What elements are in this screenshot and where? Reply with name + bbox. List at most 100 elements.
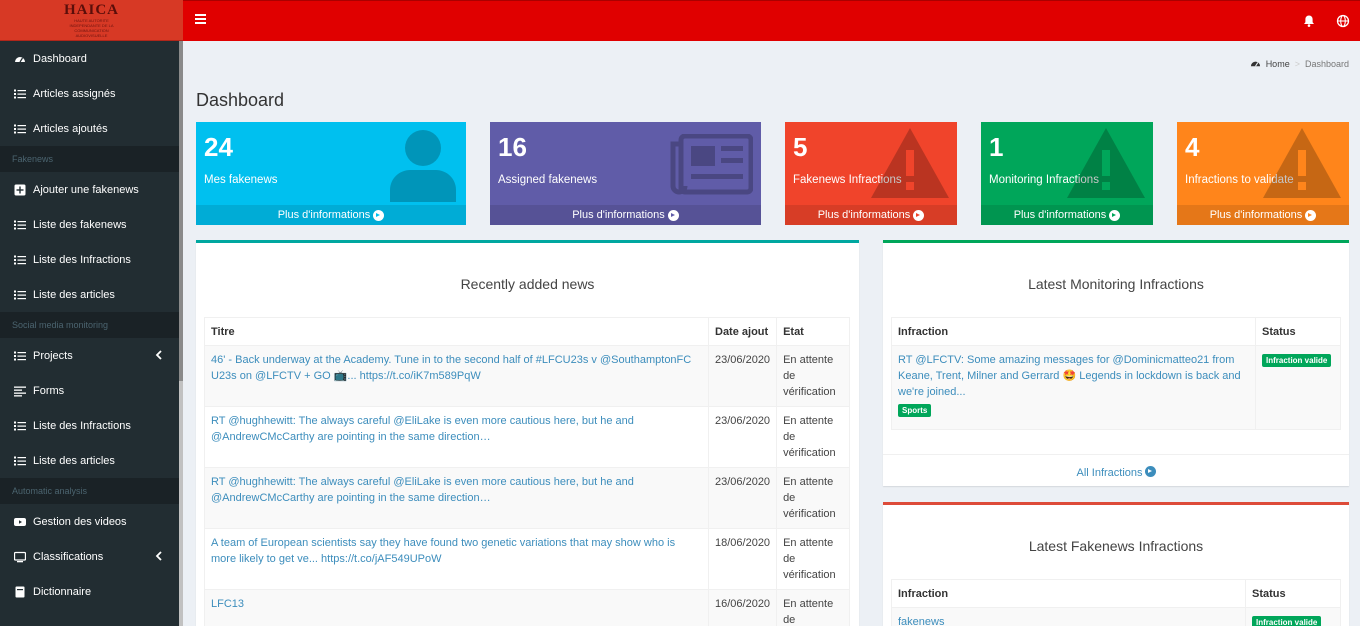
sidebar-item-label: Liste des Infractions xyxy=(33,419,131,432)
sidebar-item-liste-articles[interactable]: Liste des articles xyxy=(0,277,179,312)
menu-toggle-icon[interactable] xyxy=(195,14,206,26)
table-header-row: Infraction Status xyxy=(891,579,1341,608)
sidebar-item-label: Liste des fakenews xyxy=(33,218,127,231)
arrow-circle-right-icon xyxy=(667,209,679,221)
column-header-titre[interactable]: Titre xyxy=(204,317,709,346)
news-title-link[interactable]: RT @hughhewitt: The always careful @EliL… xyxy=(211,415,634,443)
newspaper-icon xyxy=(670,134,753,195)
list-icon xyxy=(14,89,26,98)
all-infractions-link[interactable]: All Infractions xyxy=(883,466,1349,479)
table-row: A team of European scientists say they h… xyxy=(204,528,850,590)
recent-news-table: Titre Date ajout Etat 46' - Back underwa… xyxy=(204,317,850,626)
sidebar-item-label: Liste des articles xyxy=(33,454,115,467)
category-badge: Sports xyxy=(898,404,932,417)
news-title-link[interactable]: RT @hughhewitt: The always careful @EliL… xyxy=(211,476,634,504)
panel-title: Latest Fakenews Infractions xyxy=(1028,538,1204,554)
status-cell: Infraction valide xyxy=(1255,345,1341,430)
sidebar-item-articles-assignes[interactable]: Articles assignés xyxy=(0,76,179,111)
arrow-circle-right-icon xyxy=(373,209,385,221)
column-header-status[interactable]: Status xyxy=(1245,579,1341,608)
dashboard-icon xyxy=(15,56,25,62)
warning-icon xyxy=(1067,128,1145,198)
plus-square-icon xyxy=(14,184,26,195)
more-info-link[interactable]: Plus d'informations xyxy=(981,205,1153,225)
sidebar: Dashboard Articles assignés Articles ajo… xyxy=(0,41,179,626)
news-title-cell: RT @hughhewitt: The always careful @EliL… xyxy=(204,406,709,468)
breadcrumb-home[interactable]: Home xyxy=(1266,59,1290,69)
breadcrumb-separator: > xyxy=(1294,58,1300,69)
sidebar-item-social-articles[interactable]: Liste des articles xyxy=(0,443,179,478)
sidebar-scrollbar[interactable] xyxy=(179,41,183,626)
sidebar-item-label: Classifications xyxy=(33,550,104,563)
breadcrumb: Home > Dashboard xyxy=(1250,58,1349,69)
sidebar-item-label: Dictionnaire xyxy=(33,585,92,598)
more-info-label: Plus d'informations xyxy=(1013,209,1107,221)
sidebar-item-projects[interactable]: Projects xyxy=(0,338,179,373)
stat-label: Mes fakenews xyxy=(204,174,278,186)
monitoring-infractions-panel: Latest Monitoring Infractions Infraction… xyxy=(883,240,1349,486)
sidebar-item-dictionnaire[interactable]: Dictionnaire xyxy=(0,574,179,609)
stat-box-mes-fakenews: 24 Mes fakenews Plus d'informations xyxy=(196,122,466,225)
column-header-date[interactable]: Date ajout xyxy=(707,317,778,346)
sidebar-item-label: Ajouter une fakenews xyxy=(33,183,139,196)
news-title-link[interactable]: A team of European scientists say they h… xyxy=(211,537,675,565)
globe-icon[interactable] xyxy=(1336,14,1350,28)
list-icon xyxy=(14,255,26,264)
news-title-cell: 46' - Back underway at the Academy. Tune… xyxy=(204,345,709,407)
table-row: 46' - Back underway at the Academy. Tune… xyxy=(204,345,850,407)
user-icon xyxy=(390,130,456,202)
table-row: RT @hughhewitt: The always careful @EliL… xyxy=(204,406,850,468)
sidebar-header-social: Social media monitoring xyxy=(0,312,179,338)
list-icon xyxy=(14,220,26,229)
sidebar-item-social-infractions[interactable]: Liste des Infractions xyxy=(0,408,179,443)
sidebar-item-label: Articles ajoutés xyxy=(33,122,108,135)
news-title-cell: A team of European scientists say they h… xyxy=(204,528,709,590)
scrollbar-thumb[interactable] xyxy=(179,41,183,381)
more-info-label: Plus d'informations xyxy=(277,209,371,221)
sidebar-item-dashboard[interactable]: Dashboard xyxy=(0,41,179,76)
arrow-circle-right-icon xyxy=(1305,209,1317,221)
more-info-link[interactable]: Plus d'informations xyxy=(490,205,761,225)
sidebar-item-forms[interactable]: Forms xyxy=(0,373,179,408)
column-header-infraction[interactable]: Infraction xyxy=(891,579,1246,608)
infraction-link[interactable]: fakenews xyxy=(898,616,944,626)
all-infractions-label: All Infractions xyxy=(1076,467,1143,479)
more-info-link[interactable]: Plus d'informations xyxy=(1177,205,1349,225)
stat-value: 1 xyxy=(989,132,1004,162)
more-info-link[interactable]: Plus d'informations xyxy=(785,205,957,225)
bell-icon[interactable] xyxy=(1302,14,1316,28)
list-icon xyxy=(14,290,26,299)
sidebar-item-liste-infractions[interactable]: Liste des Infractions xyxy=(0,242,179,277)
news-title-link[interactable]: LFC13 xyxy=(211,598,244,610)
table-header-row: Titre Date ajout Etat xyxy=(204,317,850,346)
dashboard-icon xyxy=(1250,61,1260,67)
news-state: En attente de vérification xyxy=(776,406,850,468)
sidebar-item-articles-ajoutes[interactable]: Articles ajoutés xyxy=(0,111,179,146)
more-info-link[interactable]: Plus d'informations xyxy=(196,205,466,225)
sidebar-item-liste-fakenews[interactable]: Liste des fakenews xyxy=(0,207,179,242)
sidebar-item-classifications[interactable]: Classifications xyxy=(0,539,179,574)
table-row: fakenews Infraction valide xyxy=(891,607,1341,626)
arrow-circle-right-icon xyxy=(913,209,925,221)
news-title-link[interactable]: 46' - Back underway at the Academy. Tune… xyxy=(211,354,691,382)
column-header-infraction[interactable]: Infraction xyxy=(891,317,1256,346)
warning-icon xyxy=(871,128,949,198)
stat-box-assigned-fakenews: 16 Assigned fakenews Plus d'informations xyxy=(490,122,761,225)
page-title: Dashboard xyxy=(196,90,285,110)
list-icon xyxy=(14,124,26,133)
stat-value: 5 xyxy=(793,132,808,162)
column-header-status[interactable]: Status xyxy=(1255,317,1341,346)
news-date: 23/06/2020 xyxy=(707,406,778,468)
logo-subtitle: HAUTE AUTORITE INDEPENDANTE DE LA COMMUN… xyxy=(69,17,114,38)
status-badge: Infraction valide xyxy=(1262,354,1332,367)
sidebar-item-label: Gestion des videos xyxy=(33,515,127,528)
logo-title: HAICA xyxy=(63,1,119,18)
sidebar-item-videos[interactable]: Gestion des videos xyxy=(0,504,179,539)
sidebar-item-ajouter-fakenews[interactable]: Ajouter une fakenews xyxy=(0,172,179,207)
infraction-link[interactable]: RT @LFCTV: Some amazing messages for @Do… xyxy=(898,354,1241,398)
more-info-label: Plus d'informations xyxy=(817,209,911,221)
monitoring-table: Infraction Status RT @LFCTV: Some amazin… xyxy=(891,317,1341,430)
sidebar-header-fakenews: Fakenews xyxy=(0,146,179,172)
logo[interactable]: HAICA HAUTE AUTORITE INDEPENDANTE DE LA … xyxy=(0,0,183,41)
column-header-etat[interactable]: Etat xyxy=(776,317,850,346)
